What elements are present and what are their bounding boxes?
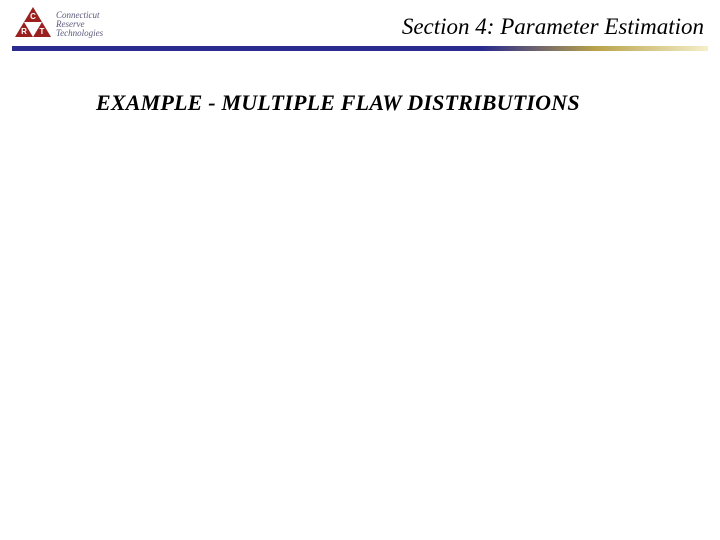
- slide-header: C R T Connecticut Reserve Technologies S…: [0, 6, 720, 46]
- company-logo: C R T Connecticut Reserve Technologies: [14, 6, 126, 42]
- slide: C R T Connecticut Reserve Technologies S…: [0, 0, 720, 540]
- divider-gradient-segment: [482, 46, 708, 51]
- header-divider: [12, 46, 708, 51]
- logo-text: Connecticut Reserve Technologies: [56, 11, 103, 38]
- logo-letter: C: [24, 12, 42, 21]
- section-title: Section 4: Parameter Estimation: [402, 14, 704, 40]
- page-title: EXAMPLE - MULTIPLE FLAW DISTRIBUTIONS: [96, 90, 580, 116]
- divider-blue-segment: [12, 46, 482, 51]
- logo-triangles-icon: C R T: [14, 7, 52, 41]
- logo-letter: R: [15, 27, 33, 36]
- logo-line: Technologies: [56, 29, 103, 38]
- logo-letter: T: [33, 27, 51, 36]
